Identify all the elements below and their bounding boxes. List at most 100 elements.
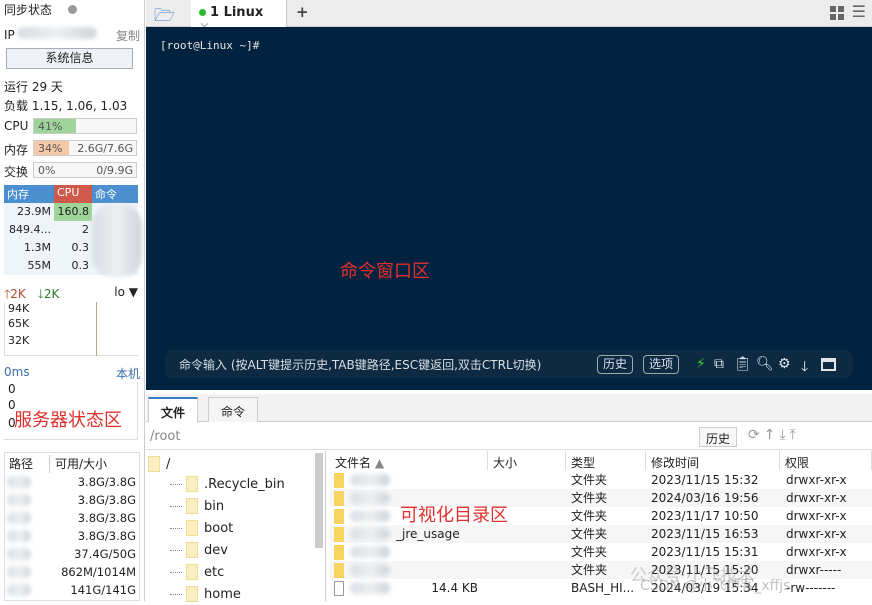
process-table: 内存 CPU 命令 23.9M 160.8 849.4... 2 1.3M 0.3 55M 0…: [4, 185, 142, 277]
file-perm: drwxr-xr-x: [786, 527, 847, 541]
proc-cpu: 160.8: [54, 203, 92, 221]
file-column-header[interactable]: 大小: [488, 451, 566, 470]
tree-scrollbar[interactable]: [315, 453, 323, 548]
iface-select[interactable]: lo ▼: [114, 285, 138, 299]
folder-icon: [186, 542, 198, 558]
up-dir-icon[interactable]: ↑: [764, 427, 780, 443]
search-icon[interactable]: 🔍︎: [756, 356, 774, 372]
tab-files[interactable]: 文件: [148, 397, 199, 422]
path-input[interactable]: /root: [150, 429, 180, 444]
disk-usage: 862M/1014M: [61, 565, 136, 579]
grid-view-icon[interactable]: [830, 6, 844, 20]
file-list: 文件名 ▲ 大小 类型 修改时间 权限 文件夹 2023/11/15 15:32 drwxr…: [330, 451, 872, 601]
tree-label: .Recycle_bin: [204, 476, 285, 492]
net-tick: 32K: [8, 334, 30, 347]
col-mem[interactable]: 内存: [4, 185, 54, 203]
paste-icon[interactable]: 📋︎: [734, 356, 752, 372]
tree-item[interactable]: .Recycle_bin: [170, 473, 285, 495]
refresh-icon[interactable]: ⟳: [748, 427, 764, 443]
disk-row[interactable]: 862M/1014M: [5, 563, 139, 581]
file-row[interactable]: 文件夹 2023/11/15 15:20 drwxr-----: [330, 561, 872, 579]
ping-tick: 0: [8, 382, 16, 396]
disk-row[interactable]: 37.4G/50G: [5, 545, 139, 563]
disk-path-blurred: [7, 566, 31, 578]
terminal[interactable]: [root@Linux ~]# 命令窗口区: [146, 27, 872, 390]
tab-label: 1 Linux: [210, 5, 264, 20]
menu-icon[interactable]: ☰: [852, 2, 866, 21]
command-input[interactable]: 命令输入 (按ALT键提示历史,TAB键路径,ESC键返回,双击CTRL切换): [179, 356, 541, 373]
window-icon[interactable]: [821, 358, 836, 371]
disk-path-blurred: [7, 530, 31, 542]
swap-amount: 0/9.9G: [96, 164, 133, 177]
tree-item[interactable]: home: [170, 583, 241, 605]
file-row[interactable]: _jre_usage 文件夹 2023/11/15 16:53 drwxr-xr-x: [330, 525, 872, 543]
ip-value-blurred: [16, 27, 97, 39]
file-perm: -rw-------: [786, 581, 836, 595]
file-column-header[interactable]: 文件名 ▲: [330, 451, 488, 470]
file-type: 文件夹: [571, 509, 608, 523]
history-button[interactable]: 历史: [597, 355, 634, 374]
tree-root[interactable]: /: [148, 453, 170, 475]
sysinfo-button[interactable]: 系统信息: [6, 48, 133, 69]
mem-label: 内存: [4, 143, 29, 157]
file-row[interactable]: 14.4 KB BASH_HI... 2024/03/19 15:34 -rw----…: [330, 579, 872, 597]
copy-icon[interactable]: ⧉: [714, 356, 724, 372]
proc-cpu: 2: [82, 223, 89, 236]
mem-amount: 2.6G/7.6G: [77, 142, 133, 155]
file-name-blurred: [350, 528, 390, 540]
options-button[interactable]: 选项: [643, 355, 680, 374]
download-rate: 2K: [43, 287, 60, 301]
download-icon[interactable]: ⤓: [779, 427, 789, 443]
col-avail[interactable]: 可用/大小: [49, 455, 107, 473]
file-column-header[interactable]: 类型: [566, 451, 646, 470]
col-command[interactable]: 命令: [92, 185, 138, 203]
proc-mem: 1.3M: [24, 241, 51, 254]
disk-header: 路径 可用/大小: [5, 455, 139, 473]
sync-dot-icon: [67, 5, 77, 14]
disk-row[interactable]: 3.8G/3.8G: [5, 527, 139, 545]
file-row[interactable]: 文件夹 2023/11/15 15:31 drwxr-xr-x: [330, 543, 872, 561]
ping-latency: 0ms: [4, 365, 30, 379]
arrow-down-icon[interactable]: 🡓: [801, 356, 808, 380]
file-column-header[interactable]: 修改时间: [646, 451, 780, 470]
file-name-blurred: [350, 582, 390, 594]
disk-row[interactable]: 3.8G/3.8G: [5, 509, 139, 527]
tree-item[interactable]: dev: [170, 539, 228, 561]
uptime: 运行 29 天: [4, 80, 63, 94]
gear-icon[interactable]: ⚙: [778, 356, 791, 372]
ping-host[interactable]: 本机: [116, 365, 140, 382]
proc-mem: 55M: [27, 259, 52, 272]
folder-icon: [186, 520, 198, 536]
disk-row[interactable]: 3.8G/3.8G: [5, 473, 139, 491]
file-column-header[interactable]: 权限: [780, 451, 872, 470]
tree-label: etc: [204, 564, 225, 580]
lightning-icon[interactable]: ⚡: [696, 356, 706, 372]
terminal-prompt: [root@Linux ~]#: [160, 39, 260, 52]
path-history-button[interactable]: 历史: [699, 427, 738, 447]
tree-label: home: [204, 586, 241, 602]
file-type: 文件夹: [571, 563, 608, 577]
sync-label: 同步状态: [4, 3, 53, 17]
column-label: 大小: [493, 456, 518, 470]
cpu-percent: 41%: [38, 120, 63, 133]
file-perm: drwxr-xr-x: [786, 491, 847, 505]
folder-icon: [334, 509, 344, 524]
col-path[interactable]: 路径: [9, 455, 33, 473]
file-mtime: 2023/11/15 16:53: [651, 527, 759, 541]
tab-linux[interactable]: 1 Linux ×: [191, 0, 287, 35]
disk-path-blurred: [7, 548, 31, 560]
copy-ip-link[interactable]: 复制: [116, 27, 140, 44]
disk-row[interactable]: 3.8G/3.8G: [5, 491, 139, 509]
disk-row[interactable]: 141G/141G: [5, 581, 139, 599]
tree-item[interactable]: bin: [170, 495, 224, 517]
col-cpu[interactable]: CPU: [54, 185, 92, 203]
upload-icon[interactable]: ⤒: [790, 427, 800, 443]
ping-chart: 0 0 0 服务器状态区: [4, 382, 138, 440]
tree-item[interactable]: boot: [170, 517, 233, 539]
terminal-annotation: 命令窗口区: [340, 261, 430, 282]
tree-item[interactable]: etc: [170, 561, 224, 583]
file-row[interactable]: 文件夹 2023/11/15 15:32 drwxr-xr-x: [330, 471, 872, 489]
command-input-bar[interactable]: 命令输入 (按ALT键提示历史,TAB键路径,ESC键返回,双击CTRL切换) …: [165, 350, 853, 378]
add-tab-button[interactable]: +: [296, 3, 309, 21]
tab-commands[interactable]: 命令: [208, 397, 259, 422]
